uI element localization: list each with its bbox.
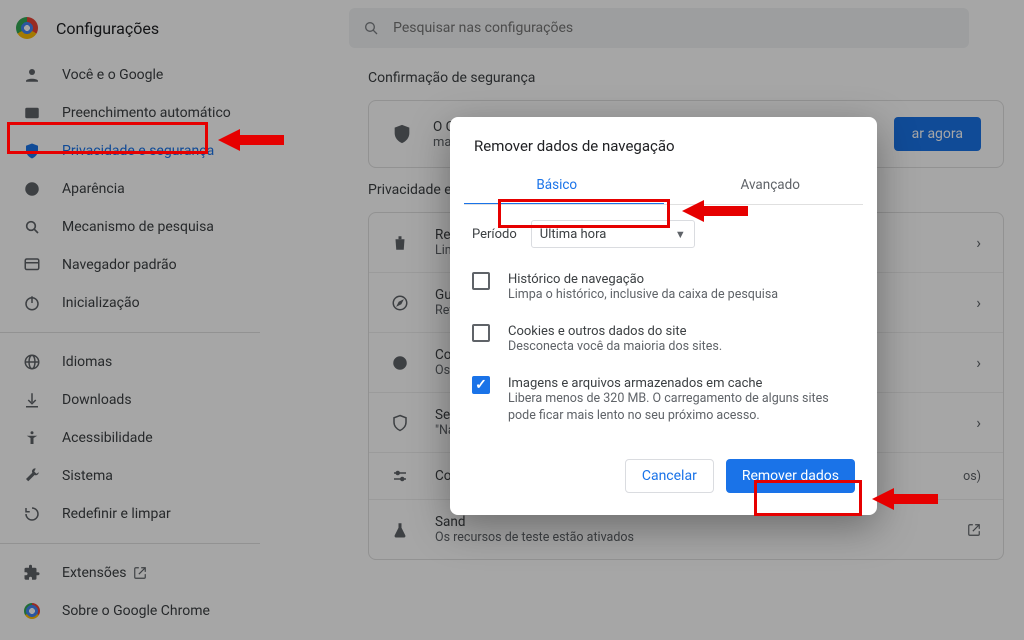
clear-data-button[interactable]: Remover dados [726,459,855,493]
sidebar-item-languages[interactable]: Idiomas [0,343,260,381]
period-value: Última hora [540,227,607,242]
dialog-tabs: Básico Avançado [450,169,877,203]
sidebar-separator [0,332,260,333]
open-external-icon [967,523,981,537]
sidebar-item-search-engine[interactable]: Mecanismo de pesquisa [0,208,260,246]
sidebar-item-label: Downloads [62,392,132,408]
section-heading-safety-check: Confirmação de segurança [368,70,1004,86]
chevron-right-icon: › [976,293,981,312]
sidebar-item-privacy-security[interactable]: Privacidade e segurança [0,132,260,170]
option-cookies[interactable]: Cookies e outros dados do siteDesconecta… [472,314,855,366]
sidebar-item-label: Aparência [62,181,125,197]
chevron-right-icon: › [976,413,981,432]
chevron-right-icon: › [976,233,981,252]
power-icon [22,294,42,312]
person-icon [22,66,42,84]
cookie-icon [391,354,413,372]
flask-icon [391,521,413,539]
autofill-icon [22,104,42,122]
sidebar-item-default-browser[interactable]: Navegador padrão [0,246,260,284]
caret-down-icon: ▼ [675,228,686,241]
settings-search[interactable] [349,8,969,48]
sidebar-item-autofill[interactable]: Preenchimento automático [0,94,260,132]
option-browsing-history[interactable]: Histórico de navegaçãoLimpa o histórico,… [472,262,855,314]
trash-icon [391,234,413,252]
shield-icon [22,142,42,160]
chrome-icon [22,603,42,619]
tabs-border [464,204,863,205]
sidebar-item-about-chrome[interactable]: Sobre o Google Chrome [0,592,260,630]
cancel-button[interactable]: Cancelar [625,459,714,493]
page-title: Configurações [56,19,159,38]
settings-search-input[interactable] [393,20,955,36]
safety-check-now-button[interactable]: ar agora [894,117,981,151]
sidebar-separator [0,543,260,544]
open-external-icon [133,566,147,580]
shield-icon [391,123,413,145]
globe-icon [22,353,42,371]
period-select[interactable]: Última hora ▼ [531,220,695,248]
sidebar-item-on-startup[interactable]: Inicialização [0,284,260,322]
sidebar-item-reset[interactable]: Redefinir e limpar [0,495,260,533]
reset-icon [22,505,42,523]
wrench-icon [22,467,42,485]
sidebar-item-label: Extensões [62,565,127,581]
sidebar-item-you-and-google[interactable]: Você e o Google [0,56,260,94]
sidebar-item-downloads[interactable]: Downloads [0,381,260,419]
palette-icon [22,180,42,198]
search-icon [22,219,42,235]
sidebar-item-label: Mecanismo de pesquisa [62,219,214,235]
trail-text: os) [963,469,981,484]
period-label: Período [472,227,517,242]
sidebar-item-label: Você e o Google [62,67,163,83]
dialog-title: Remover dados de navegação [450,117,877,169]
sidebar-item-system[interactable]: Sistema [0,457,260,495]
browser-icon [22,256,42,274]
settings-sidebar: Você e o Google Preenchimento automático… [0,56,260,630]
security-icon [391,414,413,432]
checkbox-checked[interactable]: ✓ [472,376,490,394]
clear-browsing-data-dialog: Remover dados de navegação Básico Avança… [450,117,877,515]
accessibility-icon [22,429,42,447]
chrome-logo-icon [16,17,38,39]
download-icon [22,391,42,409]
checkbox[interactable] [472,324,490,342]
tab-basic[interactable]: Básico [450,169,664,203]
app-header: Configurações [0,0,1024,56]
sidebar-item-label: Redefinir e limpar [62,506,171,522]
search-icon [363,20,379,36]
tab-advanced[interactable]: Avançado [664,169,878,203]
sidebar-item-label: Privacidade e segurança [62,143,214,159]
sidebar-item-extensions[interactable]: Extensões [0,554,260,592]
option-cached-images[interactable]: ✓ Imagens e arquivos armazenados em cach… [472,366,855,435]
sidebar-item-label: Preenchimento automático [62,105,231,121]
sliders-icon [391,467,413,485]
sidebar-item-accessibility[interactable]: Acessibilidade [0,419,260,457]
sidebar-item-label: Sistema [62,468,113,484]
sidebar-item-label: Idiomas [62,354,112,370]
checkbox[interactable] [472,272,490,290]
puzzle-icon [22,564,42,582]
sidebar-item-label: Sobre o Google Chrome [62,603,210,619]
chevron-right-icon: › [976,353,981,372]
compass-icon [391,294,413,312]
sidebar-item-label: Acessibilidade [62,430,153,446]
sidebar-item-appearance[interactable]: Aparência [0,170,260,208]
sidebar-item-label: Navegador padrão [62,257,177,273]
sidebar-item-label: Inicialização [62,295,140,311]
